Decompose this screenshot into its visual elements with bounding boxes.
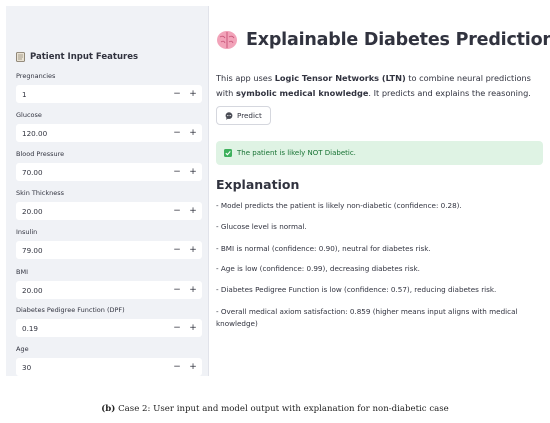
caption-text: Case 2: User input and model output with… <box>115 404 449 414</box>
increment-button[interactable]: + <box>185 281 201 299</box>
success-alert: The patient is likely NOT Diabetic. <box>216 141 543 165</box>
checkmark-icon <box>224 149 232 157</box>
title-row: Explainable Diabetes Prediction <box>216 30 550 50</box>
field-label: Blood Pressure <box>16 150 65 158</box>
number-input[interactable]: 20.00− + <box>16 281 202 299</box>
predict-button[interactable]: Predict <box>216 106 271 125</box>
number-input[interactable]: 0.19− + <box>16 319 202 337</box>
increment-button[interactable]: + <box>185 241 201 259</box>
number-input-value[interactable]: 20.00 <box>17 286 169 295</box>
increment-button[interactable]: + <box>185 202 201 220</box>
explanation-item: - BMI is normal (confidence: 0.90), neut… <box>216 244 431 253</box>
field-label: Skin Thickness <box>16 189 65 197</box>
sidebar-title: Patient Input Features <box>30 52 139 62</box>
field-label: BMI <box>16 268 28 276</box>
predict-button-label: Predict <box>237 111 262 120</box>
number-input-value[interactable]: 30 <box>17 363 169 372</box>
decrement-button[interactable]: − <box>169 163 185 181</box>
number-input[interactable]: 1− + <box>16 85 202 103</box>
decrement-button[interactable]: − <box>169 202 185 220</box>
field-label: Pregnancies <box>16 72 56 80</box>
explanation-heading: Explanation <box>216 177 300 192</box>
increment-button[interactable]: + <box>185 163 201 181</box>
figure-caption: (b) Case 2: User input and model output … <box>0 404 550 414</box>
number-input-value[interactable]: 1 <box>17 90 169 99</box>
number-input-value[interactable]: 20.00 <box>17 207 169 216</box>
field-label: Glucose <box>16 111 42 119</box>
number-field: Pregnancies 1− + <box>16 72 202 103</box>
explanation-item: - Diabetes Pedigree Function is low (con… <box>216 285 497 294</box>
increment-button[interactable]: + <box>185 358 201 376</box>
decrement-button[interactable]: − <box>169 281 185 299</box>
number-field: Skin Thickness 20.00− + <box>16 189 202 220</box>
explanation-item: - Glucose level is normal. <box>216 222 307 231</box>
intro-bold-ltn: Logic Tensor Networks (LTN) <box>274 73 406 83</box>
page-title: Explainable Diabetes Prediction <box>246 30 550 50</box>
number-field: Age 30− + <box>16 345 202 376</box>
intro-text-part: . It predicts and explains the reasoning… <box>368 88 531 98</box>
number-input[interactable]: 79.00− + <box>16 241 202 259</box>
field-label: Insulin <box>16 228 38 236</box>
number-field: Insulin 79.00− + <box>16 228 202 259</box>
increment-button[interactable]: + <box>185 319 201 337</box>
number-input[interactable]: 120.00− + <box>16 124 202 142</box>
intro-bold-knowledge: symbolic medical knowledge <box>235 88 369 98</box>
sidebar-header: Patient Input Features <box>16 52 138 62</box>
brain-icon <box>217 31 237 49</box>
explanation-item: - Age is low (confidence: 0.99), decreas… <box>216 264 420 273</box>
decrement-button[interactable]: − <box>169 358 185 376</box>
decrement-button[interactable]: − <box>169 241 185 259</box>
main-content: Explainable Diabetes Prediction This app… <box>216 0 550 380</box>
number-input[interactable]: 70.00− + <box>16 163 202 181</box>
caption-label: (b) <box>101 404 116 414</box>
number-field: Glucose 120.00− + <box>16 111 202 142</box>
speech-bubble-icon <box>225 111 233 120</box>
number-input-value[interactable]: 70.00 <box>17 168 169 177</box>
number-input-value[interactable]: 120.00 <box>17 129 169 138</box>
number-field: Diabetes Pedigree Function (DPF) 0.19− + <box>16 306 202 337</box>
decrement-button[interactable]: − <box>169 319 185 337</box>
book-icon <box>16 52 25 62</box>
number-input-value[interactable]: 79.00 <box>17 246 169 255</box>
field-label: Diabetes Pedigree Function (DPF) <box>16 306 125 314</box>
number-input[interactable]: 30− + <box>16 358 202 376</box>
field-label: Age <box>16 345 29 353</box>
number-input-value[interactable]: 0.19 <box>17 324 169 333</box>
intro-text: This app uses Logic Tensor Networks (LTN… <box>216 71 541 101</box>
decrement-button[interactable]: − <box>169 85 185 103</box>
explanation-item: - Model predicts the patient is likely n… <box>216 201 462 210</box>
explanation-item: - Overall medical axiom satisfaction: 0.… <box>216 307 518 328</box>
sidebar: Patient Input Features Pregnancies 1− + Glu… <box>6 6 209 376</box>
number-input[interactable]: 20.00− + <box>16 202 202 220</box>
success-message: The patient is likely NOT Diabetic. <box>237 149 356 157</box>
decrement-button[interactable]: − <box>169 124 185 142</box>
number-field: Blood Pressure 70.00− + <box>16 150 202 181</box>
number-field: BMI 20.00− + <box>16 268 202 299</box>
increment-button[interactable]: + <box>185 85 201 103</box>
increment-button[interactable]: + <box>185 124 201 142</box>
intro-text-part: This app uses <box>216 73 275 83</box>
